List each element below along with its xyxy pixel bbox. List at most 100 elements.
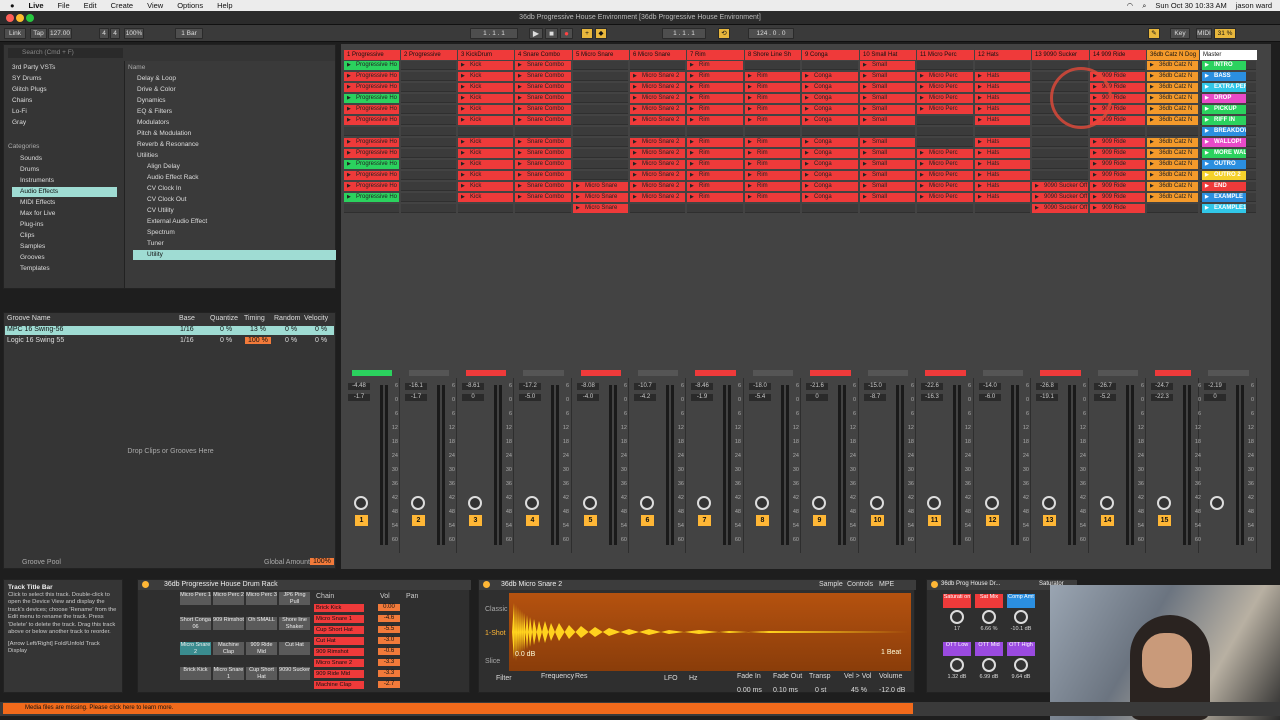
- category-midi-effects[interactable]: MIDI Effects: [12, 198, 117, 208]
- menu-app-name[interactable]: Live: [22, 1, 51, 10]
- groove-row[interactable]: Logic 16 Swing 55 1/16 0 % 100 % 0 % 0 %: [5, 337, 334, 346]
- drum-pad[interactable]: JP6 Ping Pull: [279, 592, 310, 605]
- macro-value[interactable]: 17: [943, 626, 971, 632]
- chain-item[interactable]: Cup Short Hat: [314, 626, 364, 634]
- category-drums[interactable]: Drums: [12, 165, 117, 175]
- collection-item[interactable]: Glitch Plugs: [12, 85, 47, 95]
- chain-item[interactable]: Brick Kick: [314, 604, 364, 612]
- draw-mode-icon[interactable]: ✎: [1148, 28, 1160, 39]
- mode-classic[interactable]: Classic: [485, 606, 508, 613]
- category-max-for-live[interactable]: Max for Live: [12, 209, 117, 219]
- browser-device[interactable]: Align Delay: [147, 162, 180, 172]
- collection-item[interactable]: Lo-Fi: [12, 107, 27, 117]
- browser-folder[interactable]: Utilities: [137, 151, 158, 161]
- menu-help[interactable]: Help: [210, 1, 239, 10]
- macro-knob[interactable]: [950, 610, 964, 624]
- drum-pad[interactable]: Oh SMALL: [246, 617, 277, 630]
- browser-folder[interactable]: Pitch & Modulation: [137, 129, 191, 139]
- loop-start-field[interactable]: 1 . 1 . 1: [662, 28, 706, 39]
- macro-value[interactable]: 6.99 dB: [975, 674, 1003, 680]
- chain-item[interactable]: Micro Snare 2: [314, 659, 364, 667]
- gain-value[interactable]: 0.0 dB: [515, 651, 535, 658]
- time-signature-numerator[interactable]: 4: [99, 28, 109, 39]
- groove-row-quantize[interactable]: 0 %: [220, 326, 232, 333]
- category-audio-effects[interactable]: Audio Effects: [12, 187, 117, 197]
- groove-row-random[interactable]: 0 %: [285, 326, 297, 333]
- browser-device[interactable]: Tuner: [147, 239, 164, 249]
- chain-volume[interactable]: -3.0: [378, 637, 400, 644]
- chain-volume[interactable]: -4.6: [378, 615, 400, 622]
- global-amount-value[interactable]: 100%: [310, 558, 334, 565]
- macro-knob[interactable]: [1014, 610, 1028, 624]
- name-column-header[interactable]: Name: [128, 63, 145, 73]
- groove-row-base[interactable]: 1/16: [180, 326, 194, 333]
- waveform-display[interactable]: 0.0 dB 1 Beat: [509, 593, 911, 671]
- browser-folder[interactable]: Modulators: [137, 118, 169, 128]
- loop-switch-icon[interactable]: ⟲: [718, 28, 730, 39]
- chain-item[interactable]: Machine Clap: [314, 681, 364, 689]
- collection-item[interactable]: Gray: [12, 118, 26, 128]
- browser-device[interactable]: CV Clock Out: [147, 195, 186, 205]
- category-sounds[interactable]: Sounds: [12, 154, 117, 164]
- drum-pad[interactable]: 909 Rimshot: [213, 617, 244, 630]
- drum-pad[interactable]: Micro Perc 2: [213, 592, 244, 605]
- tab-sample[interactable]: Sample: [819, 581, 843, 588]
- category-samples[interactable]: Samples: [12, 242, 117, 252]
- device-on-icon[interactable]: [931, 581, 938, 588]
- drum-pad[interactable]: Short Conga 06: [180, 617, 211, 630]
- zoom-field[interactable]: 100%: [124, 28, 144, 39]
- transpose-value[interactable]: 0 st: [815, 687, 826, 694]
- arrangement-position[interactable]: 1 . 1 . 1: [470, 28, 518, 39]
- browser-device[interactable]: External Audio Effect: [147, 217, 207, 227]
- macro-value[interactable]: 6.66 %: [975, 626, 1003, 632]
- drum-pad[interactable]: 9090 Sucker: [279, 667, 310, 680]
- mode-one-shot[interactable]: 1-Shot: [485, 630, 506, 637]
- macro-value[interactable]: 1.32 dB: [943, 674, 971, 680]
- tab-controls[interactable]: Controls: [847, 581, 873, 588]
- tempo-field[interactable]: 127.00: [48, 28, 72, 39]
- groove-row-quantize[interactable]: 0 %: [220, 337, 232, 344]
- macro-knob[interactable]: [982, 658, 996, 672]
- chain-item[interactable]: 909 Ride Mid: [314, 670, 364, 678]
- record-icon[interactable]: ●: [560, 28, 573, 39]
- vel-vol-value[interactable]: 45 %: [851, 687, 867, 694]
- browser-folder[interactable]: Drive & Color: [137, 85, 176, 95]
- chain-volume[interactable]: 0.00: [378, 604, 400, 611]
- hz-label[interactable]: Hz: [689, 675, 698, 682]
- collection-item[interactable]: 3rd Party VSTs: [12, 63, 55, 73]
- browser-folder[interactable]: Dynamics: [137, 96, 166, 106]
- groove-row[interactable]: MPC 16 Swing-56 1/16 0 % 13 % 0 % 0 %: [5, 326, 334, 335]
- drum-pad[interactable]: Micro Snare 2: [180, 642, 211, 655]
- lfo-label[interactable]: LFO: [664, 675, 678, 682]
- macro-knob[interactable]: [982, 610, 996, 624]
- stop-icon[interactable]: ■: [545, 28, 558, 39]
- browser-folder[interactable]: Reverb & Resonance: [137, 140, 199, 150]
- device-on-icon[interactable]: [142, 581, 149, 588]
- automation-arm-icon[interactable]: ◆: [595, 28, 607, 39]
- groove-row-timing[interactable]: 13 %: [250, 326, 266, 333]
- loop-length-field[interactable]: 124 . 0 . 0: [748, 28, 794, 39]
- chain-item[interactable]: Micro Snare 1: [314, 615, 364, 623]
- filter-label[interactable]: Filter: [496, 675, 512, 682]
- macro-value[interactable]: -10.1 dB: [1007, 626, 1035, 632]
- groove-row-base[interactable]: 1/16: [180, 337, 194, 344]
- category-instruments[interactable]: Instruments: [12, 176, 117, 186]
- quantize-menu[interactable]: 1 Bar: [175, 28, 203, 39]
- groove-row-velocity[interactable]: 0 %: [315, 326, 327, 333]
- drum-pad[interactable]: Micro Snare 1: [213, 667, 244, 680]
- chain-volume[interactable]: -5.5: [378, 626, 400, 633]
- clock[interactable]: Sun Oct 30 10:33 AM: [1155, 1, 1226, 10]
- tab-mpe[interactable]: MPE: [879, 581, 894, 588]
- fade-out-value[interactable]: 0.10 ms: [773, 687, 798, 694]
- drum-pad[interactable]: Cup Short Hat: [246, 667, 277, 680]
- collection-item[interactable]: SY Drums: [12, 74, 42, 84]
- browser-device[interactable]: CV Utility: [147, 206, 174, 216]
- tap-tempo-button[interactable]: Tap: [30, 28, 47, 39]
- wifi-icon[interactable]: ◠: [1127, 1, 1134, 10]
- browser-device[interactable]: CV Clock In: [147, 184, 181, 194]
- user-name[interactable]: jason ward: [1236, 1, 1272, 10]
- drum-pad[interactable]: Micro Perc 3: [246, 592, 277, 605]
- drum-pad[interactable]: Machine Clap: [213, 642, 244, 655]
- device-title-bar[interactable]: 36db Micro Snare 2 Sample Controls MPE: [479, 580, 916, 590]
- macro-knob[interactable]: [950, 658, 964, 672]
